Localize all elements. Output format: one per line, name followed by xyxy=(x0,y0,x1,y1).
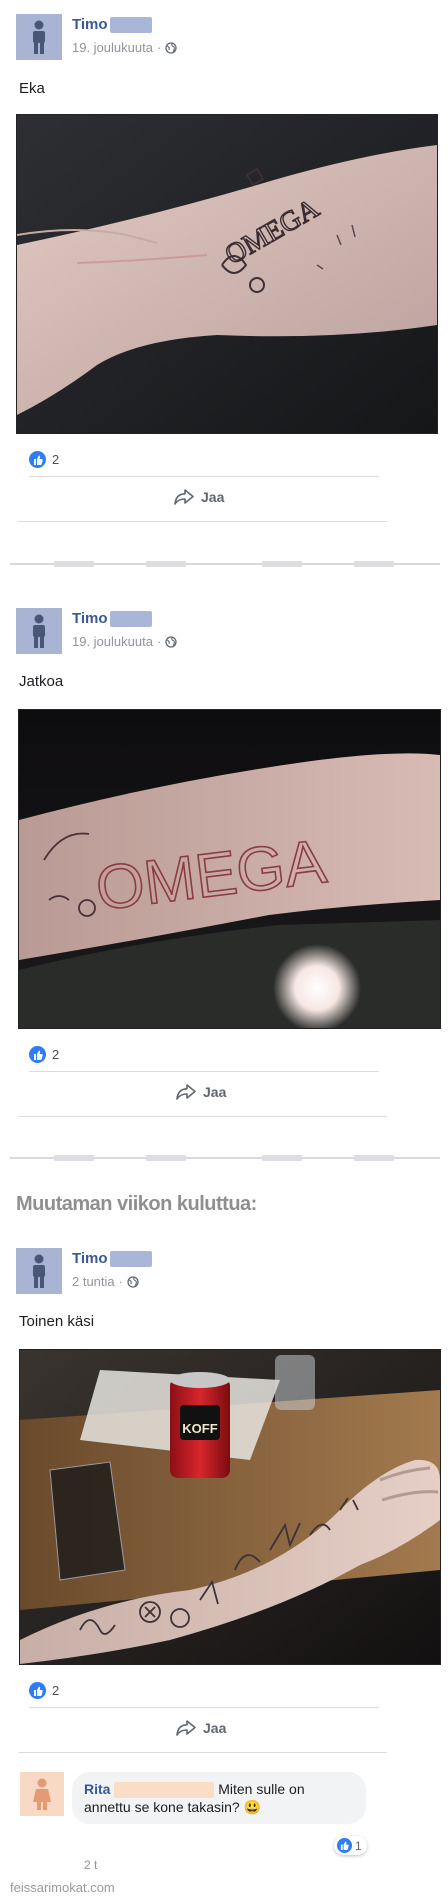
section-heading: Muutaman viikon kuluttua: xyxy=(16,1193,257,1215)
post-date[interactable]: 2 tuntia xyxy=(72,1274,115,1289)
person-silhouette-icon xyxy=(33,614,45,648)
comment-avatar[interactable] xyxy=(20,1772,64,1816)
post-date[interactable]: 19. joulukuuta xyxy=(72,634,153,649)
thumbs-up-icon xyxy=(29,1682,46,1699)
name-redaction xyxy=(110,1251,152,1267)
arm-photo-image: OMEGA xyxy=(17,115,437,433)
comment-bubble: Rita Miten sulle on annettu se kone taka… xyxy=(72,1772,366,1825)
thumbs-up-icon xyxy=(29,451,46,468)
post-text: Toinen käsi xyxy=(19,1313,95,1330)
share-button[interactable]: Jaa xyxy=(176,1084,226,1100)
post-photo[interactable]: KOFF xyxy=(19,1349,441,1665)
arm-photo-image: OMEGA xyxy=(19,710,440,1028)
arm-photo-image: KOFF xyxy=(20,1350,440,1664)
name-redaction xyxy=(114,1782,215,1799)
separator-mark xyxy=(262,561,302,567)
share-arrow-icon xyxy=(176,1720,196,1736)
separator-mark xyxy=(54,561,94,567)
thumbs-up-icon xyxy=(337,1838,352,1853)
reaction-count: 1 xyxy=(355,1838,362,1853)
globe-icon xyxy=(127,1275,139,1288)
post-photo[interactable]: OMEGA xyxy=(16,114,438,434)
person-silhouette-icon xyxy=(33,1778,51,1810)
like-count: 2 xyxy=(52,1683,60,1698)
post-date[interactable]: 19. joulukuuta xyxy=(72,40,153,55)
avatar[interactable] xyxy=(16,1248,62,1294)
post-meta: 2 tuntia · xyxy=(72,1274,139,1289)
name-redaction xyxy=(110,17,152,33)
comment-time[interactable]: 2 t xyxy=(84,1858,97,1872)
author-name[interactable]: Timo xyxy=(72,16,108,33)
like-count-row[interactable]: 2 xyxy=(29,451,59,468)
share-arrow-icon xyxy=(176,1084,196,1100)
post-meta: 19. joulukuuta · xyxy=(72,40,177,55)
separator-mark xyxy=(146,1155,186,1161)
share-button[interactable]: Jaa xyxy=(176,1720,226,1736)
separator-mark xyxy=(354,1155,394,1161)
can-label: KOFF xyxy=(182,1421,217,1436)
post-text: Jatkoa xyxy=(19,673,64,690)
separator-mark xyxy=(262,1155,302,1161)
comment-reaction[interactable]: 1 xyxy=(334,1836,367,1855)
thumbs-up-icon xyxy=(29,1046,46,1063)
separator-mark xyxy=(354,561,394,567)
divider xyxy=(29,1707,379,1708)
share-button[interactable]: Jaa xyxy=(174,489,224,505)
like-count: 2 xyxy=(52,1047,60,1062)
author-name[interactable]: Timo xyxy=(72,610,108,627)
divider xyxy=(18,1116,387,1117)
separator-mark xyxy=(146,561,186,567)
name-redaction xyxy=(110,611,152,627)
share-label: Jaa xyxy=(201,489,225,505)
avatar[interactable] xyxy=(16,608,62,654)
like-count-row[interactable]: 2 xyxy=(29,1682,59,1699)
watermark: feissarimokat.com xyxy=(10,1880,115,1895)
divider xyxy=(29,476,379,477)
avatar[interactable] xyxy=(16,14,62,60)
person-silhouette-icon xyxy=(33,1254,45,1288)
like-count-row[interactable]: 2 xyxy=(29,1046,59,1063)
comment-author[interactable]: Rita xyxy=(84,1781,110,1797)
globe-icon xyxy=(165,635,177,648)
divider xyxy=(18,1752,387,1753)
like-count: 2 xyxy=(52,452,60,467)
divider xyxy=(29,1071,379,1072)
post-text: Eka xyxy=(19,80,45,97)
share-label: Jaa xyxy=(203,1720,227,1736)
author-name[interactable]: Timo xyxy=(72,1250,108,1267)
separator-mark xyxy=(54,1155,94,1161)
person-silhouette-icon xyxy=(33,20,45,54)
divider xyxy=(18,521,387,522)
globe-icon xyxy=(165,41,177,54)
post-meta: 19. joulukuuta · xyxy=(72,634,177,649)
share-arrow-icon xyxy=(174,489,194,505)
share-label: Jaa xyxy=(203,1084,227,1100)
post-photo[interactable]: OMEGA xyxy=(18,709,441,1029)
